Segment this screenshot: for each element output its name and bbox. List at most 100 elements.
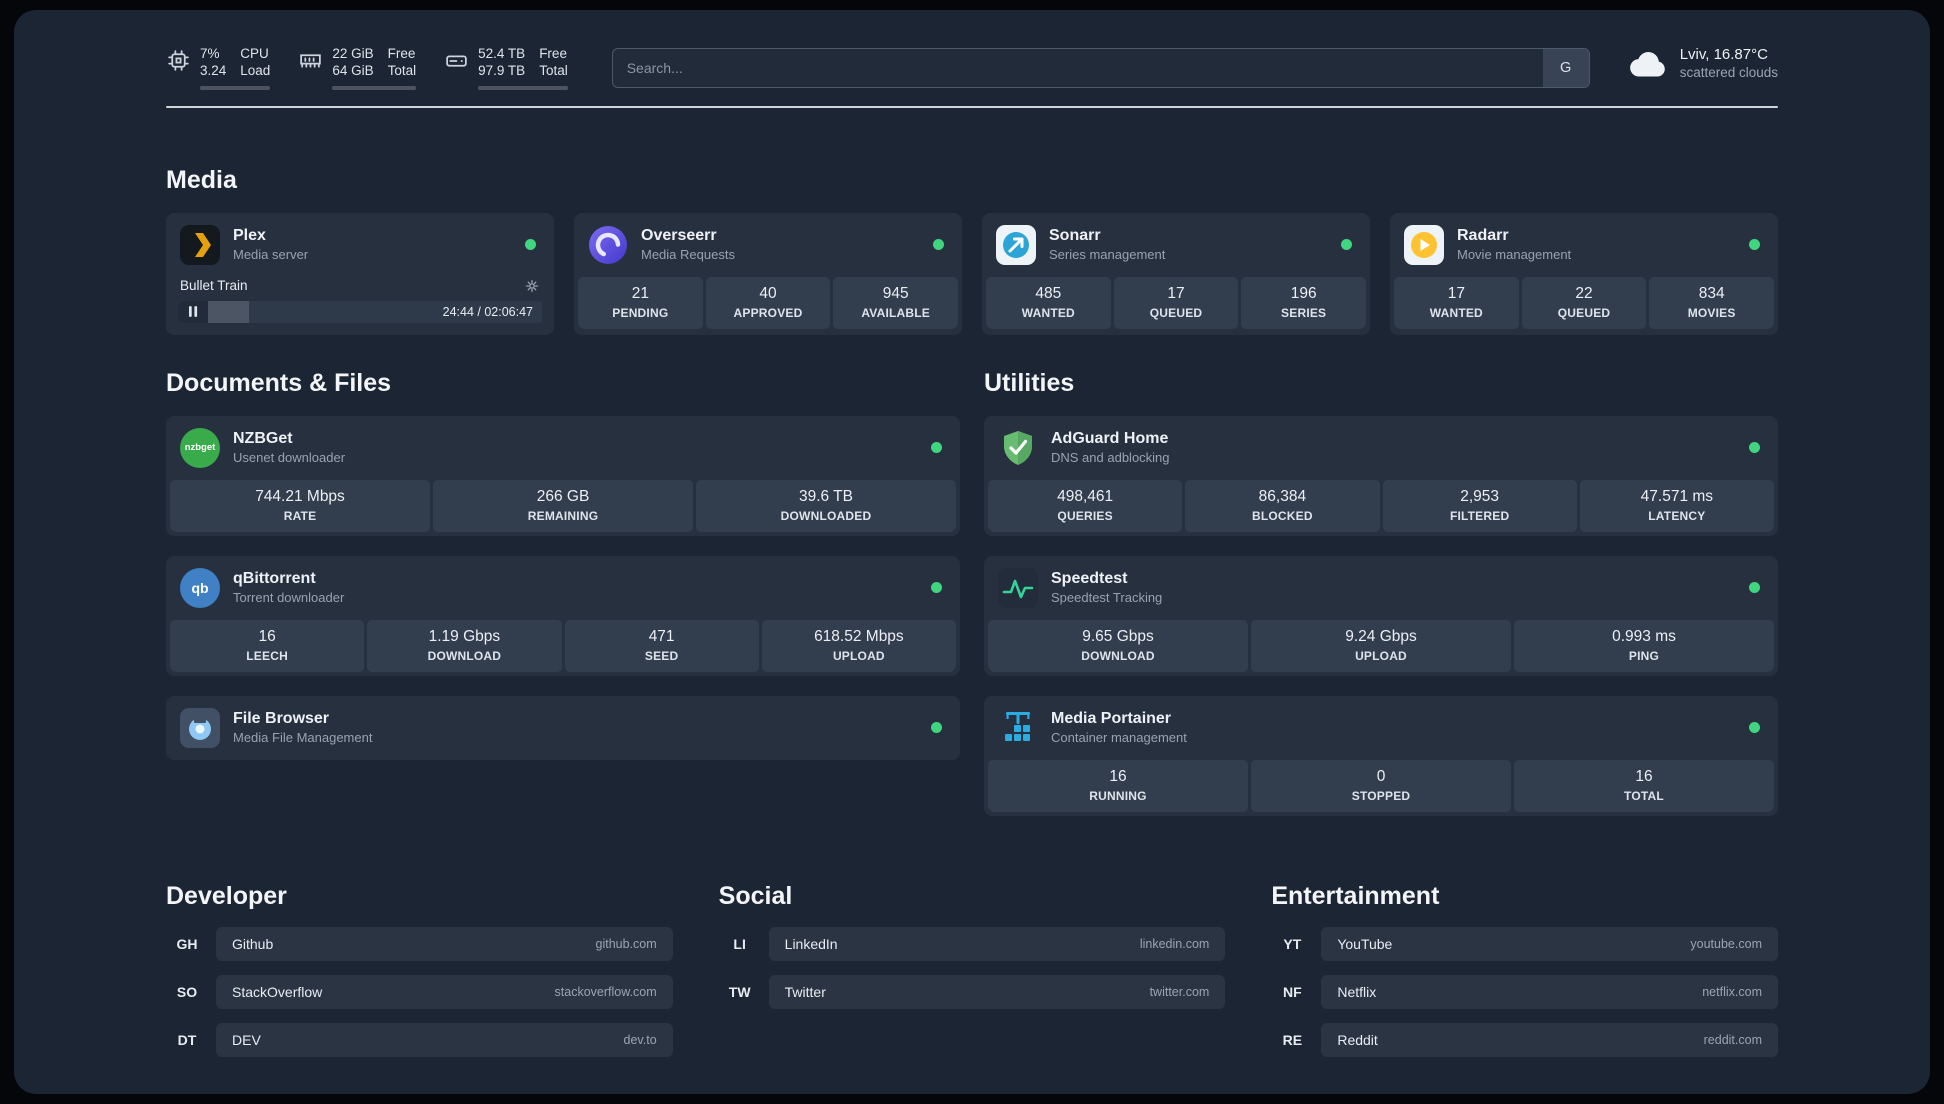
service-card-overseerr[interactable]: Overseerr Media Requests 21 PENDING 40 APPROV… [574, 212, 962, 335]
stat-label: BLOCKED [1252, 508, 1313, 523]
service-card-portainer[interactable]: Media Portainer Container management 16 RUN… [984, 695, 1778, 816]
service-card-qbittorrent[interactable]: qb qBittorrent Torrent downloader 16 LEECH 1.… [166, 555, 960, 676]
stat-value: 945 [882, 284, 909, 302]
bookmark-group-title: Entertainment [1271, 881, 1440, 910]
middle-columns: Documents & Files nzbget NZBGet Usenet dow… [166, 369, 1778, 816]
bookmark-domain: reddit.com [1703, 1032, 1762, 1047]
topbar: 7% CPU 3.24 Load 22 GiB Free 64 GiB Tota… [166, 10, 1778, 90]
bookmark-name: YouTube [1337, 935, 1393, 952]
bookmark-pill[interactable]: LinkedIn linkedin.com [768, 926, 1226, 961]
cpu-widget: 7% CPU 3.24 Load [166, 46, 271, 90]
disk-stats: 52.4 TB Free 97.9 TB Total [478, 46, 568, 90]
ram-stats: 22 GiB Free 64 GiB Total [332, 46, 417, 90]
stat-tile: 498,461 QUERIES [988, 479, 1183, 532]
stat-tile: 21 PENDING [578, 276, 703, 329]
stat-label: WANTED [1021, 305, 1075, 320]
stat-label: QUERIES [1057, 508, 1113, 523]
search-bar: G [611, 48, 1590, 88]
plex-progress-bar[interactable]: 24:44 / 02:06:47 [178, 300, 542, 323]
bookmark-pill[interactable]: StackOverflow stackoverflow.com [216, 974, 673, 1009]
stat-label: APPROVED [733, 305, 803, 320]
stat-value: 17 [1447, 284, 1465, 302]
status-dot [1341, 239, 1352, 251]
pause-button[interactable] [178, 300, 208, 323]
search-engine-button[interactable]: G [1542, 49, 1589, 87]
disk-widget: 52.4 TB Free 97.9 TB Total [444, 46, 568, 90]
stat-value: 86,384 [1258, 487, 1307, 505]
search-input[interactable] [611, 48, 1590, 88]
bookmark-pill[interactable]: Twitter twitter.com [768, 974, 1226, 1009]
service-card-header: Plex Media server [166, 213, 554, 277]
resource-widgets: 7% CPU 3.24 Load 22 GiB Free 64 GiB Tota… [166, 46, 568, 90]
service-name: qBittorrent [233, 570, 316, 588]
gear-icon[interactable] [524, 278, 540, 294]
service-subtitle: Media server [233, 247, 309, 263]
stat-value: 9.24 Gbps [1345, 627, 1417, 645]
plex-now-playing: Bullet Train [166, 277, 554, 294]
service-card-filebrowser[interactable]: File Browser Media File Management [166, 695, 960, 760]
service-text: Speedtest Speedtest Tracking [1051, 570, 1162, 605]
status-dot [1749, 582, 1760, 594]
bookmark-domain: stackoverflow.com [554, 984, 657, 999]
bookmark-pill[interactable]: Github github.com [216, 926, 673, 961]
stat-value: 16 [258, 627, 276, 645]
stat-tile: 16 RUNNING [988, 759, 1248, 812]
stat-label: MOVIES [1687, 305, 1736, 320]
nzbget-icon: nzbget [180, 427, 220, 468]
bookmark-link[interactable]: LI LinkedIn linkedin.com [719, 926, 1226, 961]
service-stats: 17 WANTED 22 QUEUED 834 MOVIES [1394, 276, 1774, 329]
radarr-icon [1404, 224, 1444, 265]
bookmark-pill[interactable]: Reddit reddit.com [1321, 1022, 1778, 1057]
service-card-speedtest[interactable]: Speedtest Speedtest Tracking 9.65 Gbps DOWN… [984, 555, 1778, 676]
service-stats: 16 LEECH 1.19 Gbps DOWNLOAD 471 SEED 618.52 Mb… [170, 619, 956, 672]
bookmark-abbr: DT [177, 1031, 197, 1048]
stat-tile: 834 MOVIES [1649, 276, 1774, 329]
bookmark-link[interactable]: SO StackOverflow stackoverflow.com [166, 974, 673, 1009]
bookmark-link[interactable]: RE Reddit reddit.com [1271, 1022, 1778, 1057]
bookmark-pill[interactable]: Netflix netflix.com [1321, 974, 1778, 1009]
status-dot [931, 582, 942, 594]
service-card-adguard[interactable]: AdGuard Home DNS and adblocking 498,461 QUE… [984, 415, 1778, 536]
cpu-usage-bar [200, 85, 271, 90]
service-stats: 744.21 Mbps RATE 266 GB REMAINING 39.6 TB DOW… [170, 479, 956, 532]
service-text: Media Portainer Container management [1051, 710, 1187, 745]
cpu-load: 3.24 [200, 63, 227, 79]
bookmark-name: Github [232, 935, 274, 952]
stat-value: 498,461 [1057, 487, 1114, 505]
stat-value: 2,953 [1460, 487, 1500, 505]
utilities-cards: AdGuard Home DNS and adblocking 498,461 QUE… [984, 415, 1778, 816]
bookmark-link[interactable]: GH Github github.com [166, 926, 673, 961]
service-card-sonarr[interactable]: Sonarr Series management 485 WANTED 17 QUEUED… [982, 212, 1370, 335]
weather-location-temp: Lviv, 16.87°C [1679, 46, 1768, 63]
bookmark-link[interactable]: NF Netflix netflix.com [1271, 974, 1778, 1009]
bookmark-name: Twitter [784, 983, 826, 1000]
service-subtitle: Torrent downloader [233, 590, 345, 606]
service-card-nzbget[interactable]: nzbget NZBGet Usenet downloader 744.21 Mbps… [166, 415, 960, 536]
service-card-header: Sonarr Series management [982, 213, 1370, 277]
bookmark-link[interactable]: YT YouTube youtube.com [1271, 926, 1778, 961]
service-name: AdGuard Home [1051, 430, 1169, 448]
stat-tile: 16 TOTAL [1514, 759, 1774, 812]
bookmark-link[interactable]: DT DEV dev.to [166, 1022, 673, 1057]
bookmark-domain: github.com [595, 936, 657, 951]
stat-label: REMAINING [527, 508, 599, 523]
stat-value: 16 [1109, 767, 1127, 785]
disk-usage-bar [478, 85, 568, 90]
weather-widget: Lviv, 16.87°C scattered clouds [1628, 46, 1778, 80]
bookmark-pill[interactable]: DEV dev.to [216, 1022, 673, 1057]
bookmark-link[interactable]: TW Twitter twitter.com [719, 974, 1226, 1009]
stat-tile: 2,953 FILTERED [1382, 479, 1577, 532]
service-card-plex[interactable]: Plex Media server Bullet Train 24:44 / 0… [166, 212, 554, 335]
service-card-radarr[interactable]: Radarr Movie management 17 WANTED 22 QUEUED 83… [1390, 212, 1778, 335]
bookmark-group-title: Social [718, 881, 793, 910]
bookmark-pill[interactable]: YouTube youtube.com [1321, 926, 1778, 961]
qbittorrent-icon: qb [180, 567, 220, 608]
bookmark-abbr: GH [176, 935, 198, 952]
status-dot [1749, 442, 1760, 454]
weather-condition: scattered clouds [1679, 65, 1778, 80]
stat-tile: 0 STOPPED [1251, 759, 1511, 812]
stat-label: SERIES [1281, 305, 1327, 320]
service-subtitle: Usenet downloader [233, 450, 346, 466]
bookmark-domain: netflix.com [1702, 984, 1762, 999]
service-name: Radarr [1457, 227, 1509, 245]
